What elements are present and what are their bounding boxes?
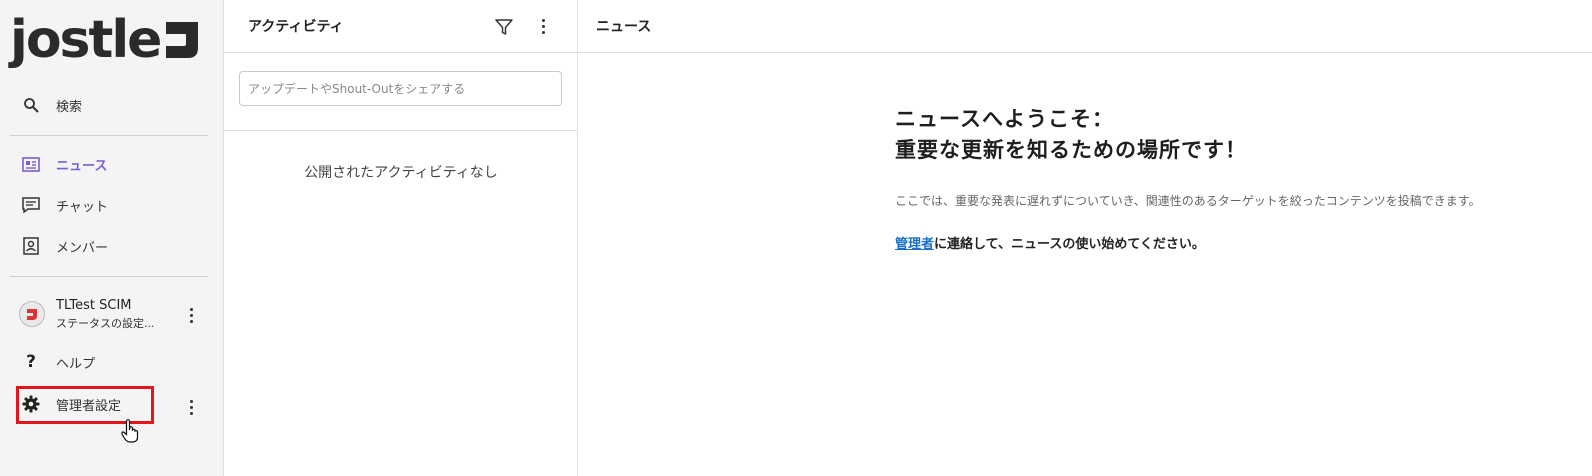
- activity-panel: アクティビティ 公開されたアクティビティなし: [224, 0, 578, 476]
- news-header: ニュース: [578, 0, 1592, 53]
- admin-link[interactable]: 管理者: [895, 237, 934, 252]
- empty-activity-text: 公開されたアクティビティなし: [304, 165, 498, 181]
- sidebar-divider: [10, 135, 208, 136]
- contact-admin-text: 管理者に連絡して、ニュースの使い始めてください。: [895, 233, 1585, 252]
- more-vertical-icon: [189, 307, 193, 311]
- news-icon: [20, 153, 42, 175]
- activity-more-button[interactable]: [533, 14, 553, 38]
- jostle-logo[interactable]: jostle: [10, 10, 202, 70]
- sidebar-item-label: メンバー: [56, 240, 109, 256]
- sidebar-item-label: 検索: [56, 99, 83, 115]
- sidebar-item-news[interactable]: ニュース: [10, 146, 208, 182]
- search-icon: [20, 94, 42, 116]
- activity-title: アクティビティ: [248, 19, 344, 35]
- sidebar-item-help[interactable]: ? ヘルプ: [10, 344, 208, 380]
- news-panel: ニュース ニュースへようこそ： 重要な更新を知るための場所です！ ここでは、重要…: [578, 0, 1592, 476]
- chat-icon: [20, 194, 42, 216]
- contact-admin-rest: に連絡して、ニュースの使い始めてください。: [934, 237, 1205, 252]
- sidebar-item-members[interactable]: メンバー: [10, 228, 208, 264]
- sidebar-item-label: ニュース: [56, 158, 108, 174]
- more-vertical-icon: [189, 399, 193, 403]
- hand-cursor-icon: [121, 419, 139, 443]
- profile-item[interactable]: TLTest SCIM ステータスの設定...: [10, 292, 180, 336]
- sidebar-item-label: チャット: [56, 199, 108, 215]
- sidebar: jostle 検索 ニュース チャット メンバー TLTest SCIM ステー…: [0, 0, 224, 476]
- welcome-heading-line2: 重要な更新を知るための場所です！: [895, 138, 1247, 162]
- profile-status: ステータスの設定...: [56, 316, 155, 330]
- news-title: ニュース: [596, 19, 652, 35]
- activity-header: アクティビティ: [224, 0, 577, 53]
- news-welcome: ニュースへようこそ： 重要な更新を知るための場所です！ ここでは、重要な発表に遅…: [895, 104, 1585, 252]
- sidebar-item-chat[interactable]: チャット: [10, 187, 208, 223]
- sidebar-item-search[interactable]: 検索: [10, 87, 208, 123]
- logo-text: jostle: [10, 10, 162, 70]
- avatar: [19, 301, 45, 327]
- profile-more-button[interactable]: [181, 303, 201, 327]
- sidebar-item-label: ヘルプ: [56, 356, 96, 372]
- share-update-input[interactable]: [239, 71, 562, 106]
- sidebar-divider: [10, 276, 208, 277]
- profile-name: TLTest SCIM: [56, 297, 132, 313]
- admin-more-button[interactable]: [181, 395, 201, 419]
- more-vertical-icon: [541, 18, 545, 22]
- welcome-description: ここでは、重要な発表に遅れずについていき、関連性のあるターゲットを絞ったコンテン…: [895, 194, 1481, 208]
- logo-mark-icon: [166, 22, 199, 58]
- filter-icon[interactable]: [494, 17, 514, 37]
- members-icon: [20, 235, 42, 257]
- activity-divider: [224, 130, 578, 131]
- help-icon: ?: [26, 352, 36, 372]
- welcome-heading-line1: ニュースへようこそ：: [895, 107, 1114, 131]
